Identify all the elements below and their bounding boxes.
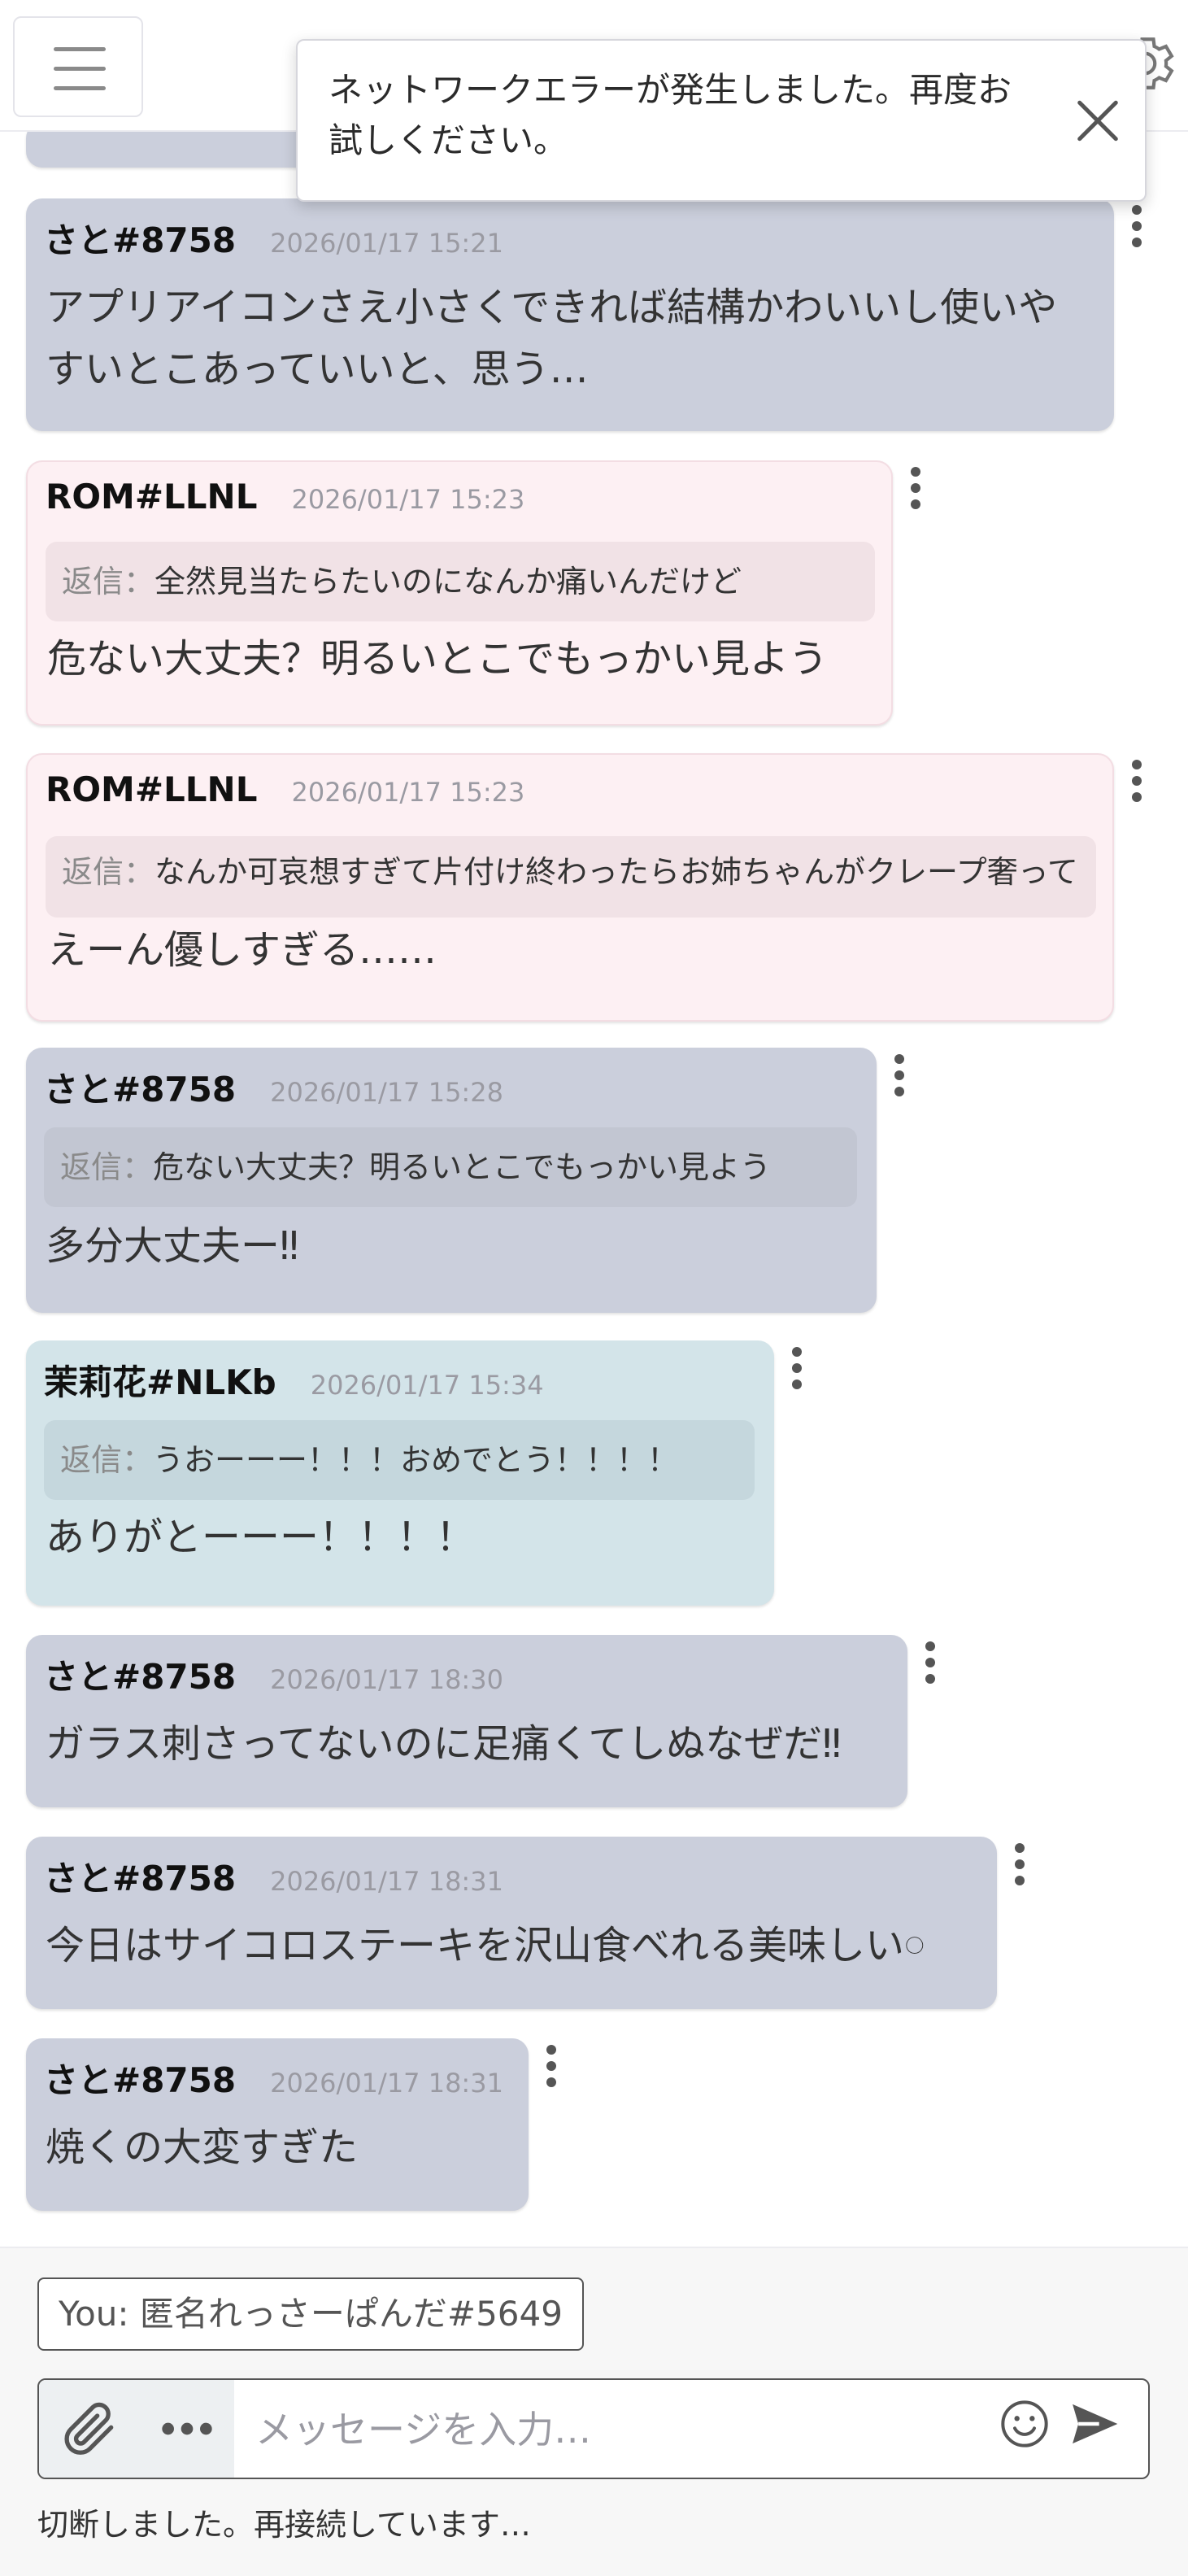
message-timestamp: 2026/01/17 15:34 [310,1370,544,1401]
message-author: ROM#LLNL [46,477,258,517]
message-timestamp: 2026/01/17 15:23 [291,484,525,515]
message-input[interactable] [254,2393,989,2466]
reply-text: なんか可哀想すぎて片付け終わったらお姉ちゃんがクレープ奢ってあげるよ♡とか言って… [154,854,1078,890]
message-text: えーん優しすぎる…… [47,927,437,973]
message-author: ROM#LLNL [46,769,258,809]
message-author: 茉莉花#NLKb [44,1362,276,1402]
message-text: ガラス刺さってないのに足痛くてしぬなぜだ‼ [46,1721,842,1767]
message-timestamp: 2026/01/17 15:23 [291,777,525,808]
message-author: さと#8758 [44,1859,237,1898]
hamburger-menu-button[interactable] [13,16,143,117]
emoji-icon[interactable] [999,2398,1051,2450]
message-text: 危ない大丈夫？明るいとこでもっかい見よう [47,636,829,682]
message-author: さと#8758 [44,220,237,260]
message-timestamp: 2026/01/17 18:31 [270,2068,503,2099]
message-author: さと#8758 [44,1657,237,1697]
reply-text: 全然見当たらたいのになんか痛いんだけど [154,564,742,599]
message-author: さと#8758 [44,2060,237,2100]
message-timestamp: 2026/01/17 15:28 [270,1077,503,1108]
composer-tools [39,2380,234,2478]
message-composer [37,2378,1150,2479]
message-timestamp: 2026/01/17 18:30 [270,1664,503,1695]
reply-quote[interactable]: 返信：危ない大丈夫？明るいとこでもっかい見よう [44,1127,857,1207]
more-options-icon[interactable] [154,2396,220,2461]
message-menu-icon[interactable] [1130,760,1143,809]
message-menu-icon[interactable] [924,1641,937,1690]
message-bubble[interactable]: ROM#LLNL 2026/01/17 15:23 返信：なんか可哀想すぎて片付け… [26,753,1114,1022]
message-text: 多分大丈夫ー‼ [46,1223,299,1269]
reply-text: うおーーー！！！おめでとう！！！！ [153,1442,679,1478]
message-bubble[interactable]: さと#8758 2026/01/17 15:21 アプリアイコンさえ小さくできれば… [26,198,1114,431]
send-icon[interactable] [1067,2396,1122,2452]
message-bubble[interactable]: さと#8758 2026/01/17 15:28 返信：危ない大丈夫？明るいとこで… [26,1048,877,1313]
reply-label: 返信： [62,564,155,599]
message-bubble[interactable]: 茉莉花#NLKb 2026/01/17 15:34 返信：うおーーー！！！おめでと… [26,1340,774,1606]
message-text: 今日はサイコロステーキを沢山食べれる美味しい𓏸 [46,1923,925,1968]
error-toast: ネットワークエラーが発生しました。再度お試しください。 [296,39,1147,202]
message-text: ありがとーーー！！！！ [46,1515,476,1560]
toast-message: ネットワークエラーが発生しました。再度お試しください。 [329,70,1012,160]
message-menu-icon[interactable] [909,467,922,516]
message-bubble[interactable]: さと#8758 2026/01/17 18:31 焼くの大変すぎた [26,2038,529,2211]
message-text: アプリアイコンさえ小さくできれば結構かわいいし使いやすいとこあっていいと、思う… [46,285,1058,392]
reply-label: 返信： [62,854,155,890]
identity-label[interactable]: You: 匿名れっさーぱんだ#5649 [37,2277,584,2351]
message-author: さと#8758 [44,1070,237,1109]
paperclip-icon[interactable] [57,2396,122,2461]
message-bubble[interactable]: さと#8758 2026/01/17 18:30 ガラス刺さってないのに足痛くてし… [26,1635,907,1807]
message-timestamp: 2026/01/17 18:31 [270,1866,503,1897]
reply-label: 返信： [60,1442,154,1478]
close-icon[interactable] [1075,98,1121,143]
message-menu-icon[interactable] [1013,1843,1026,1892]
message-menu-icon[interactable] [893,1054,906,1103]
message-timestamp: 2026/01/17 15:21 [270,228,503,259]
message-text: 焼くの大変すぎた [46,2125,359,2170]
reply-text: 危ない大丈夫？明るいとこでもっかい見よう [153,1149,772,1185]
reply-quote[interactable]: 返信：全然見当たらたいのになんか痛いんだけど [46,542,875,621]
message-bubble[interactable]: さと#8758 2026/01/17 18:31 今日はサイコロステーキを沢山食べ… [26,1837,997,2009]
connection-status: 切断しました。再接続しています… [37,2507,531,2543]
message-menu-icon[interactable] [790,1347,803,1396]
reply-quote[interactable]: 返信：うおーーー！！！おめでとう！！！！ [44,1420,755,1500]
reply-label: 返信： [60,1149,154,1185]
reply-quote[interactable]: 返信：なんか可哀想すぎて片付け終わったらお姉ちゃんがクレープ奢ってあげるよ♡とか… [46,836,1096,918]
message-menu-icon[interactable] [545,2045,558,2094]
message-bubble[interactable]: ROM#LLNL 2026/01/17 15:23 返信：全然見当たらたいのになん… [26,460,893,726]
message-menu-icon[interactable] [1130,205,1143,254]
